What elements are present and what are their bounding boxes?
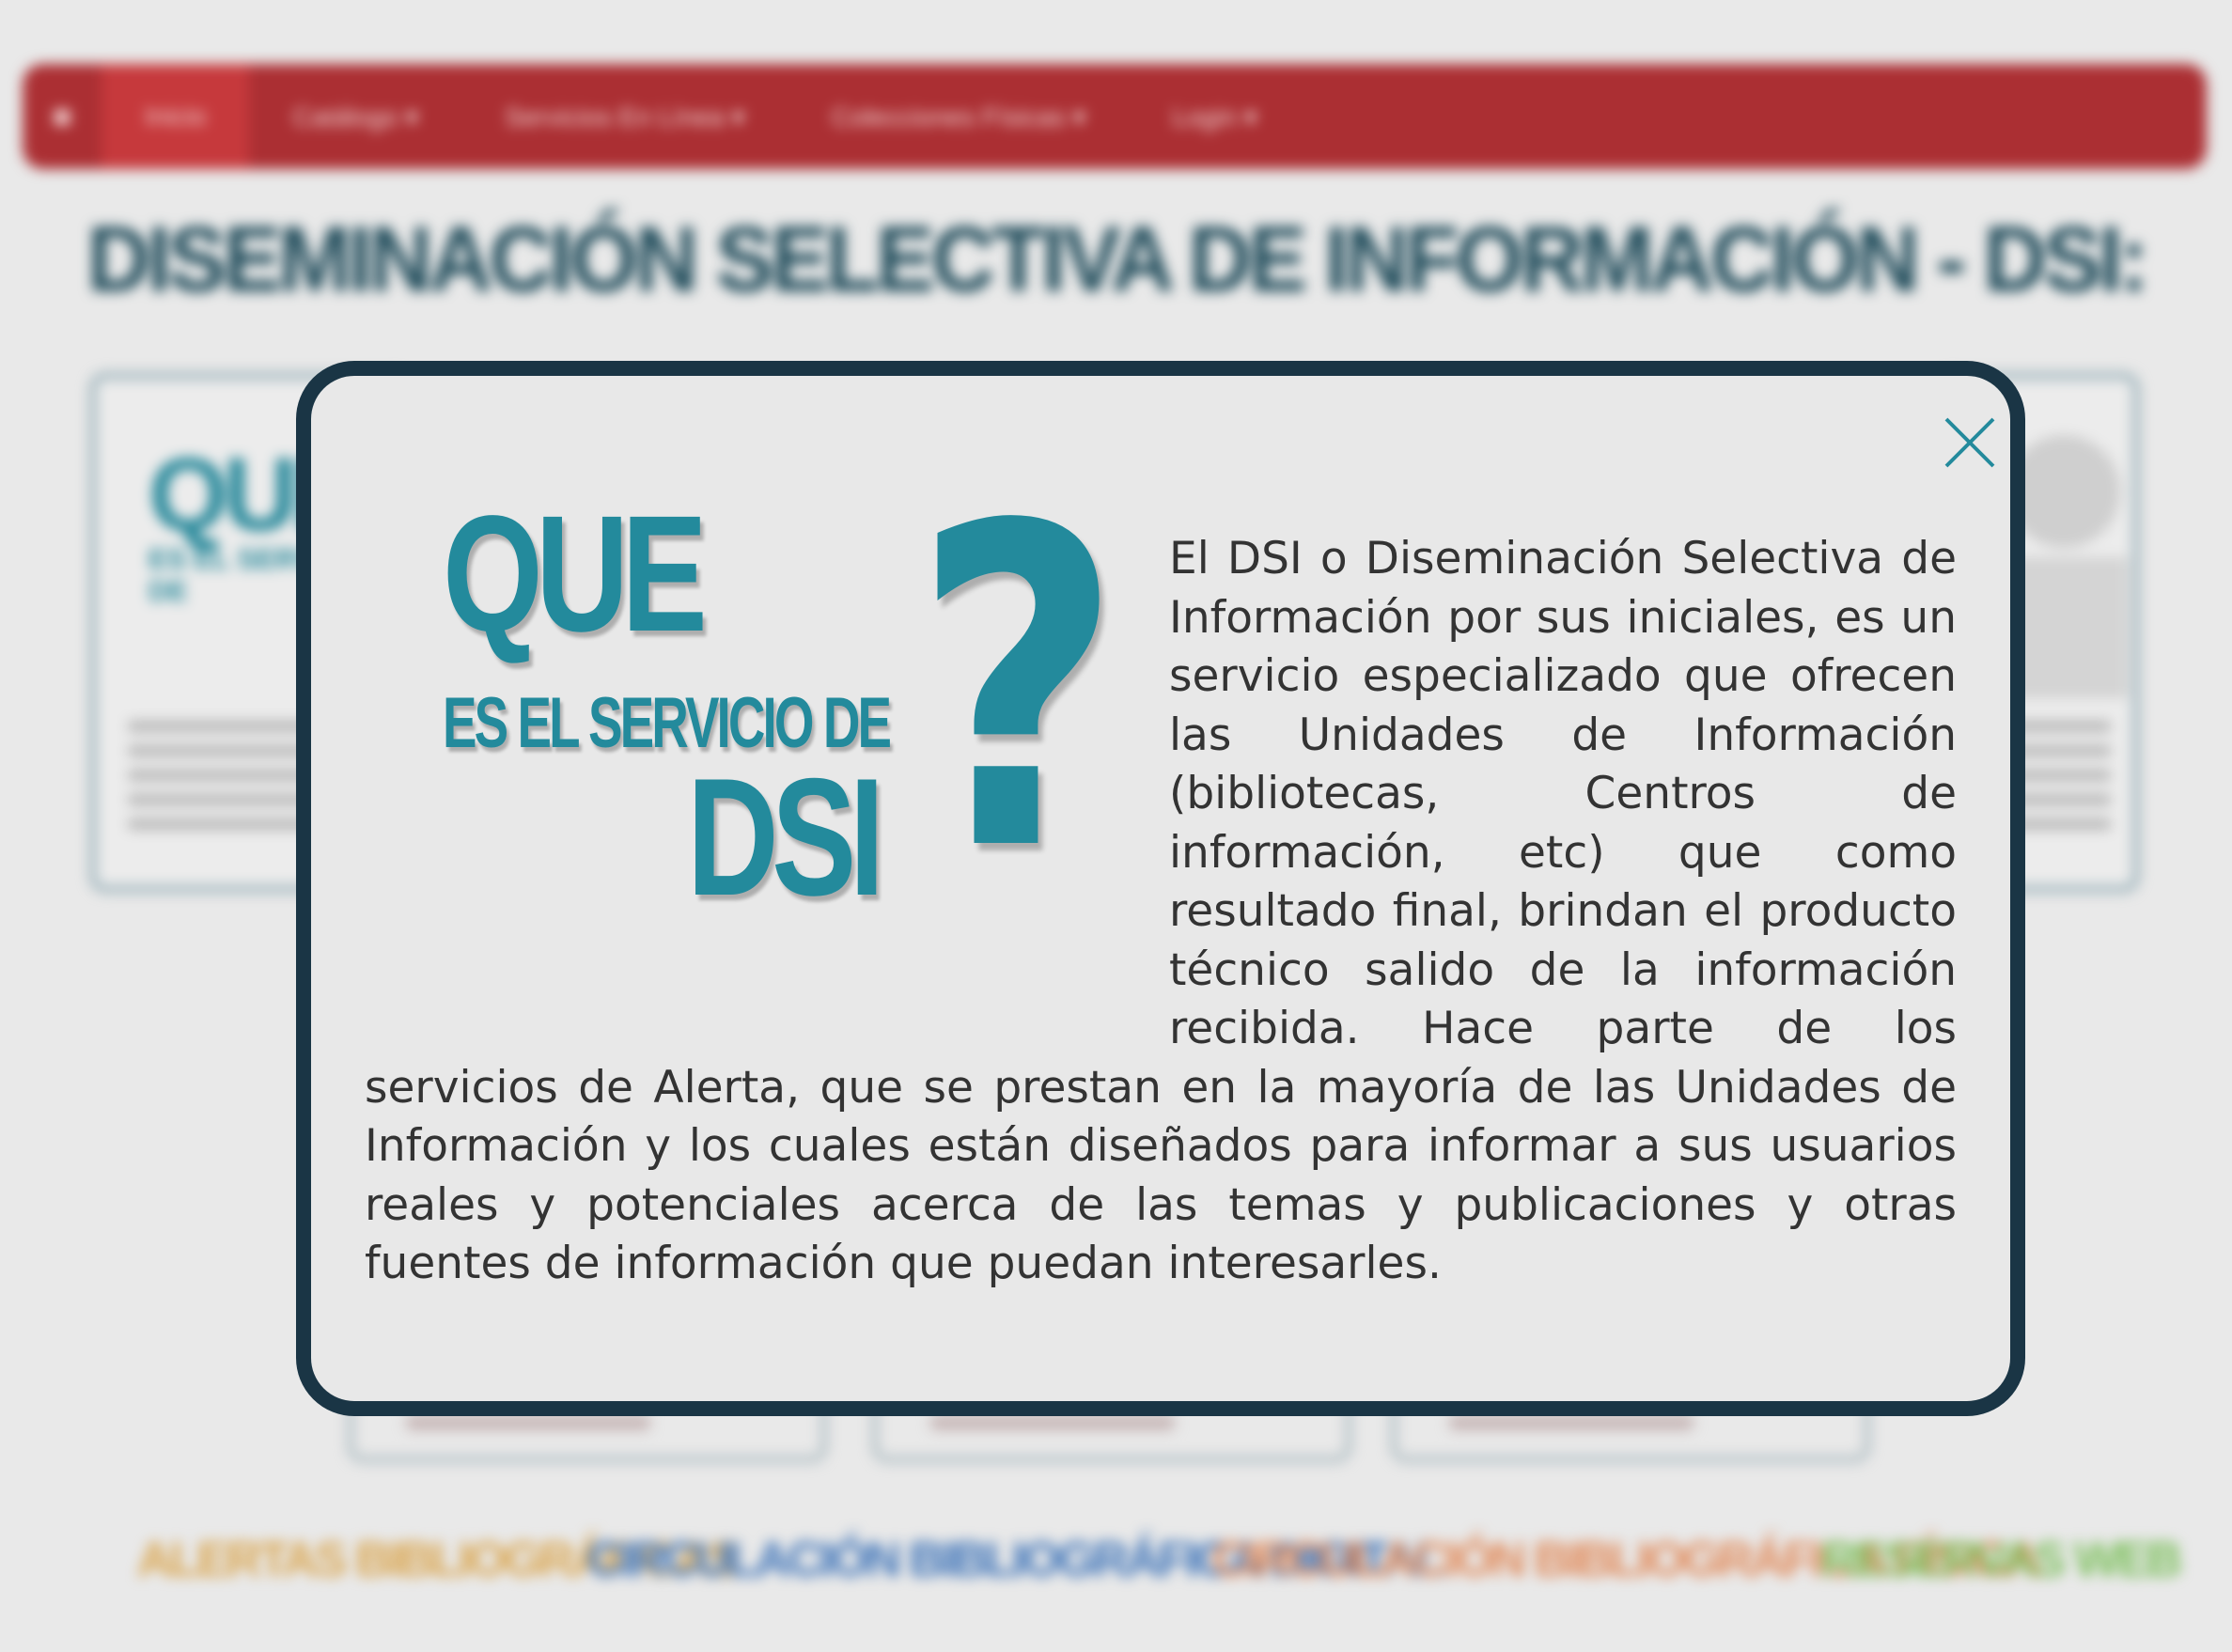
modal-description: El DSI o Diseminación Selectiva de Infor…	[365, 530, 1957, 1294]
dsi-modal: QUE ES EL SERVICIO DE DSI ? El DSI o Dis…	[296, 361, 2025, 1416]
top-navbar: ■ Inicio Catálogo ▾ Servicios En Línea ▾…	[23, 64, 2207, 169]
nav-item-inicio[interactable]: Inicio	[101, 64, 250, 169]
nav-item-colecciones[interactable]: Colecciones Físicas ▾	[788, 64, 1130, 169]
close-button[interactable]	[1939, 412, 2001, 474]
close-icon	[1944, 417, 1995, 468]
nav-item-login[interactable]: Login ▾	[1129, 64, 1300, 169]
category-reservas[interactable]: RESERVAS WEB	[1821, 1532, 2182, 1588]
nav-item-servicios[interactable]: Servicios En Línea ▾	[461, 64, 788, 169]
page-title: DISEMINACIÓN SELECTIVA DE INFORMACIÓN - …	[86, 207, 2149, 311]
home-icon[interactable]: ■	[23, 64, 101, 169]
nav-item-catalogo[interactable]: Catálogo ▾	[249, 64, 461, 169]
